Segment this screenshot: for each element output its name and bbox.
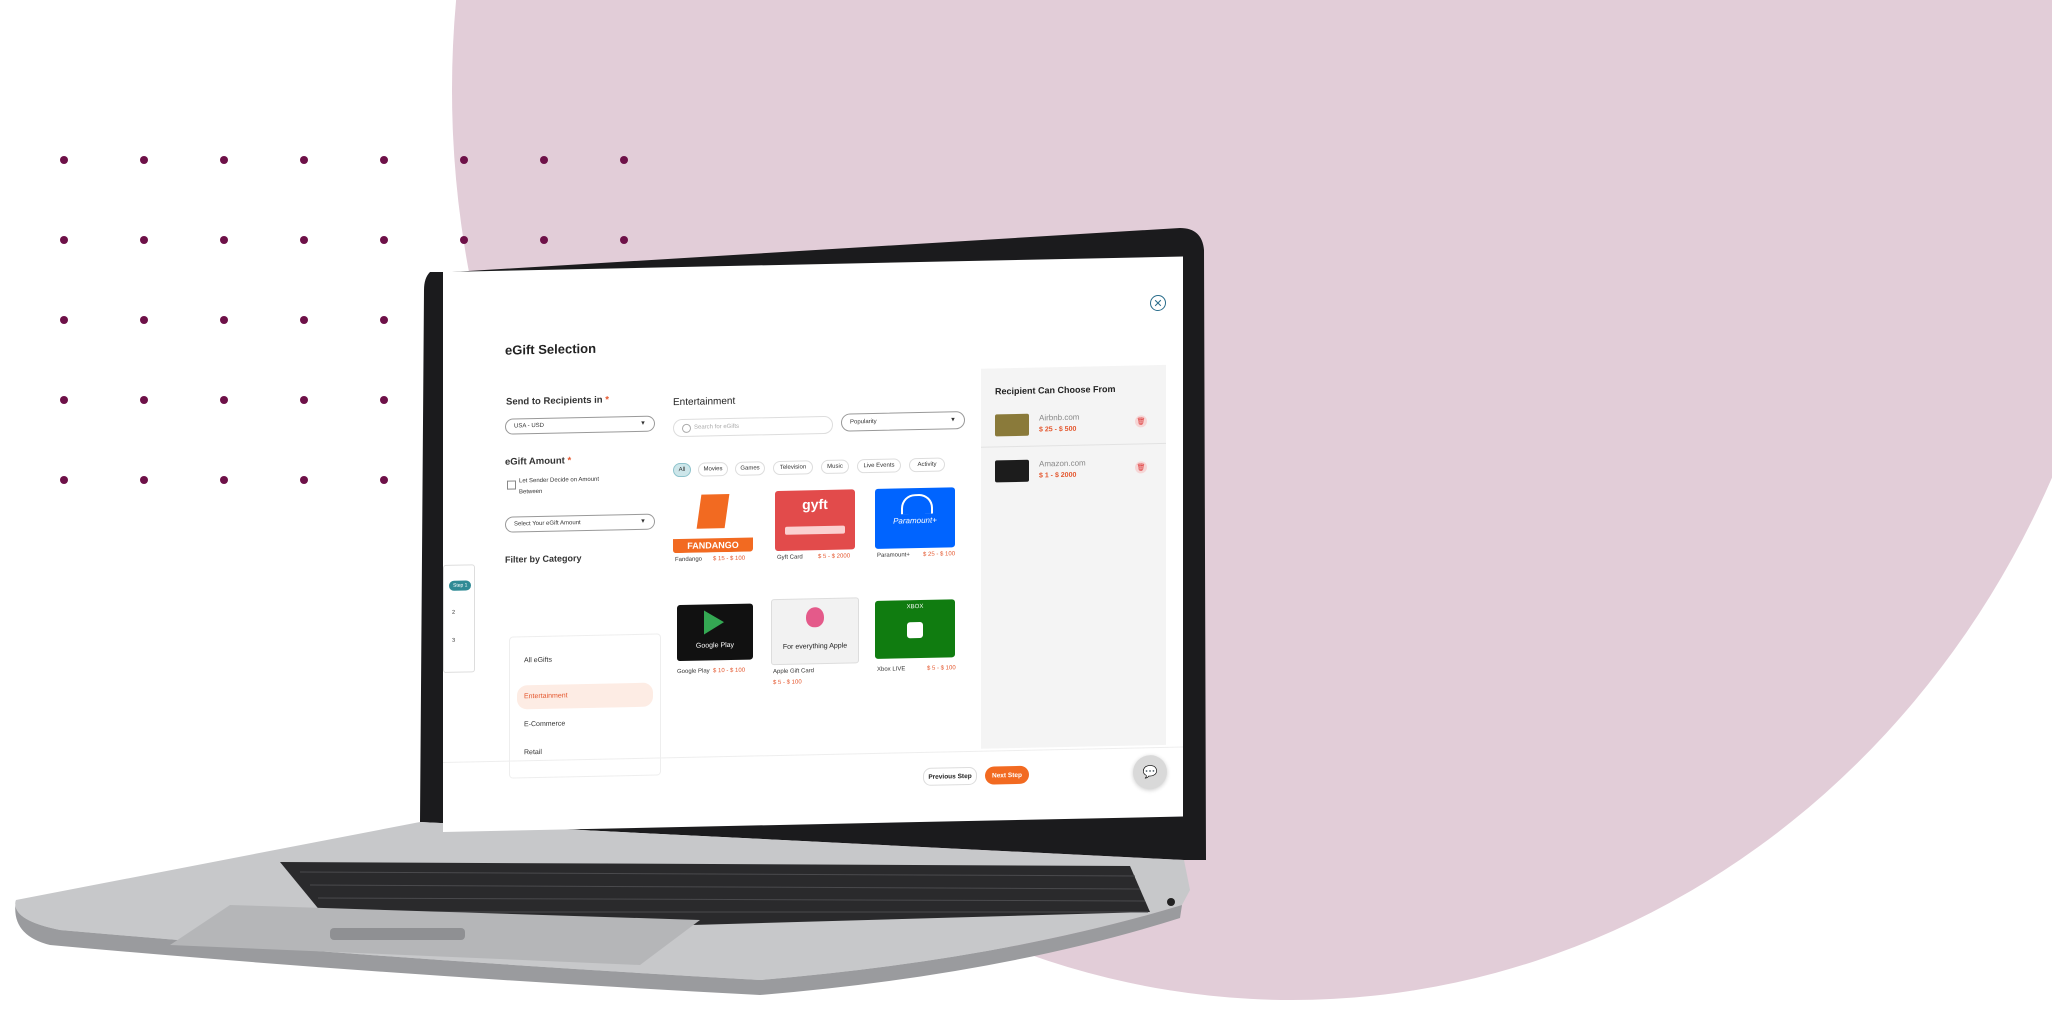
card-gyft[interactable]: gyft xyxy=(775,489,855,552)
sort-select[interactable]: Popularity ▼ xyxy=(841,411,965,432)
search-placeholder: Search for eGifts xyxy=(694,423,740,431)
trash-icon[interactable]: 🗑 xyxy=(1135,461,1147,474)
step-2[interactable]: 2 xyxy=(452,610,455,616)
apple-icon xyxy=(806,607,824,628)
apple-tagline: For everything Apple xyxy=(782,642,848,651)
country-select[interactable]: USA - USD ▼ xyxy=(505,415,655,435)
card-name: Fandango xyxy=(675,556,703,564)
category-ecommerce[interactable]: E-Commerce xyxy=(524,720,565,728)
airbnb-thumbnail xyxy=(995,413,1029,437)
recipient-item-name: Airbnb.com xyxy=(1039,412,1080,423)
card-name: Paramount+ xyxy=(877,552,910,559)
recipient-panel: Recipient Can Choose From Airbnb.com $ 2… xyxy=(981,364,1166,749)
filter-movies[interactable]: Movies xyxy=(698,462,728,477)
close-icon[interactable]: ✕ xyxy=(1150,294,1166,312)
card-price: $ 5 - $ 100 xyxy=(927,665,956,672)
card-name: Xbox LIVE xyxy=(877,666,906,673)
amount-placeholder: Select Your eGift Amount xyxy=(514,520,581,528)
filter-music[interactable]: Music xyxy=(821,459,849,475)
filter-games[interactable]: Games xyxy=(735,461,765,476)
card-name: Apple Gift Card xyxy=(773,668,815,676)
card-price: $ 5 - $ 100 xyxy=(773,679,802,687)
play-icon xyxy=(704,610,724,635)
google-play-wordmark: Google Play xyxy=(695,641,735,650)
recipient-item-price: $ 1 - $ 2000 xyxy=(1039,471,1077,480)
chat-icon[interactable]: 💬 xyxy=(1133,754,1167,790)
chevron-down-icon: ▼ xyxy=(640,518,646,525)
card-google-play[interactable]: Google Play xyxy=(677,603,753,662)
card-name: Google Play xyxy=(677,668,710,676)
card-price: $ 5 - $ 2000 xyxy=(818,553,851,561)
filter-label: Filter by Category xyxy=(505,553,582,565)
filter-live-events[interactable]: Live Events xyxy=(857,458,901,474)
chevron-down-icon: ▼ xyxy=(640,420,646,427)
step-indicator: Step 1 2 3 xyxy=(443,564,475,673)
send-to-label: Send to Recipients in xyxy=(506,394,603,408)
next-step-button[interactable]: Next Step xyxy=(985,765,1029,785)
gyft-wordmark: gyft xyxy=(802,495,828,513)
filter-activity[interactable]: Activity xyxy=(909,457,945,473)
amount-label: eGift Amount xyxy=(505,455,565,468)
chevron-down-icon: ▼ xyxy=(950,417,956,424)
search-input[interactable]: Search for eGifts xyxy=(673,415,833,438)
card-price: $ 10 - $ 100 xyxy=(713,667,746,675)
fandango-logo-icon xyxy=(696,494,730,529)
sort-value: Popularity xyxy=(850,418,877,426)
modal-title: eGift Selection xyxy=(505,340,597,358)
gyft-brands-strip xyxy=(785,525,845,535)
filter-all[interactable]: All xyxy=(673,462,691,478)
recipient-panel-title: Recipient Can Choose From xyxy=(995,383,1116,397)
sender-decide-label: Let Sender Decide on Amount Between xyxy=(519,476,600,496)
sender-decide-checkbox[interactable] xyxy=(507,480,516,490)
xbox-bag-icon xyxy=(907,621,923,639)
card-price: $ 15 - $ 100 xyxy=(713,555,746,563)
category-entertainment[interactable]: Entertainment xyxy=(524,692,568,700)
fandango-wordmark: FANDANGO xyxy=(673,537,753,554)
search-icon xyxy=(682,423,691,433)
category-list: All eGifts Entertainment E-Commerce Reta… xyxy=(509,633,661,779)
card-fandango[interactable]: FANDANGO xyxy=(673,491,753,554)
mountain-icon xyxy=(901,493,933,515)
current-step: Step 1 xyxy=(449,580,472,591)
filter-television[interactable]: Television xyxy=(773,460,813,476)
amazon-thumbnail xyxy=(995,459,1029,483)
amount-select[interactable]: Select Your eGift Amount ▼ xyxy=(505,513,655,533)
recipient-item-name: Amazon.com xyxy=(1039,458,1086,469)
category-all[interactable]: All eGifts xyxy=(524,657,552,665)
trash-icon[interactable]: 🗑 xyxy=(1135,415,1147,428)
previous-step-button[interactable]: Previous Step xyxy=(923,766,977,786)
app-screen: ✕ eGift Selection Send to Recipients in … xyxy=(443,256,1183,832)
card-name: Gyft Card xyxy=(777,554,803,562)
xbox-wordmark: XBOX xyxy=(906,603,924,611)
recipient-item-price: $ 25 - $ 500 xyxy=(1039,425,1077,434)
section-title: Entertainment xyxy=(673,395,736,409)
card-xbox[interactable]: XBOX xyxy=(875,599,955,659)
step-3[interactable]: 3 xyxy=(452,638,455,644)
country-value: USA - USD xyxy=(514,422,545,430)
card-apple[interactable]: For everything Apple xyxy=(771,597,859,666)
card-price: $ 25 - $ 100 xyxy=(923,551,956,558)
category-retail[interactable]: Retail xyxy=(524,749,542,756)
card-paramount[interactable]: Paramount+ xyxy=(875,487,955,549)
divider xyxy=(981,442,1166,448)
paramount-wordmark: Paramount+ xyxy=(893,515,937,526)
